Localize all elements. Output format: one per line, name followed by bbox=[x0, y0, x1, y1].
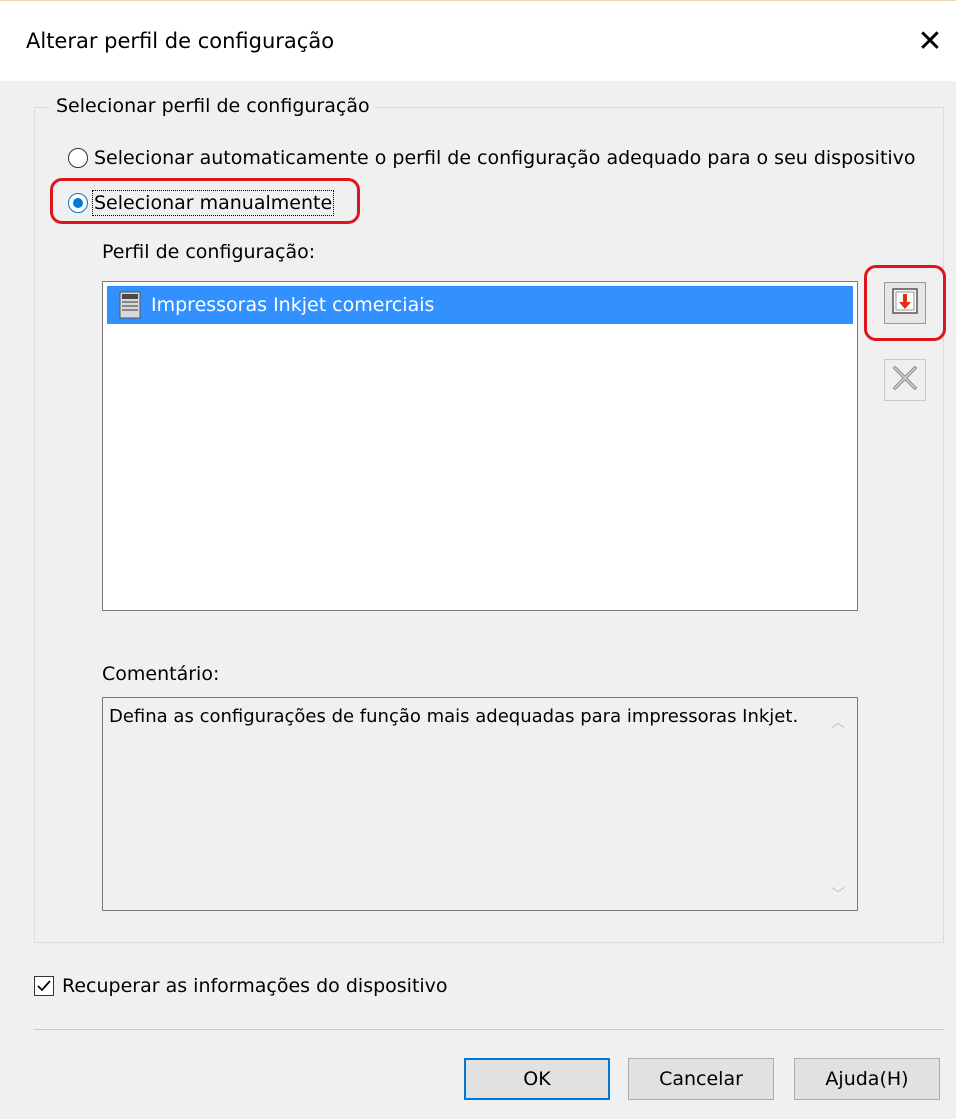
delete-profile-button[interactable] bbox=[884, 359, 926, 401]
printer-icon bbox=[119, 291, 141, 319]
radio-auto-indicator[interactable] bbox=[68, 148, 88, 168]
checkmark-icon bbox=[37, 980, 51, 992]
list-item[interactable]: Impressoras Inkjet comerciais bbox=[107, 286, 853, 324]
checkbox-indicator[interactable] bbox=[34, 976, 54, 996]
radio-manual-label: Selecionar manualmente bbox=[91, 190, 335, 216]
profile-listbox[interactable]: Impressoras Inkjet comerciais bbox=[102, 281, 858, 611]
radio-manual-indicator[interactable] bbox=[68, 193, 88, 213]
import-profile-button[interactable] bbox=[884, 282, 926, 324]
close-icon: ✕ bbox=[917, 23, 943, 59]
help-button[interactable]: Ajuda(H) bbox=[794, 1058, 940, 1100]
comment-textbox[interactable]: Defina as configurações de função mais a… bbox=[102, 697, 858, 911]
title-bar: Alterar perfil de configuração ✕ bbox=[0, 1, 956, 81]
cancel-button[interactable]: Cancelar bbox=[628, 1058, 774, 1100]
radio-selected-dot bbox=[73, 198, 83, 208]
groupbox-legend: Selecionar perfil de configuração bbox=[50, 95, 376, 117]
delete-profile-icon bbox=[889, 362, 921, 398]
comment-text: Defina as configurações de função mais a… bbox=[109, 706, 799, 727]
separator bbox=[34, 1029, 944, 1030]
comment-label: Comentário: bbox=[102, 663, 220, 685]
scroll-up-icon[interactable]: ︿ bbox=[831, 710, 845, 731]
radio-auto-label: Selecionar automaticamente o perfil de c… bbox=[94, 147, 916, 169]
radio-auto-select[interactable]: Selecionar automaticamente o perfil de c… bbox=[68, 147, 916, 169]
radio-manual-select[interactable]: Selecionar manualmente bbox=[68, 190, 335, 216]
retrieve-info-label: Recuperar as informações do dispositivo bbox=[62, 975, 448, 997]
ok-button[interactable]: OK bbox=[464, 1058, 610, 1100]
scroll-down-icon[interactable]: ﹀ bbox=[831, 882, 845, 903]
retrieve-info-checkbox[interactable]: Recuperar as informações do dispositivo bbox=[34, 975, 448, 997]
profile-list-label: Perfil de configuração: bbox=[102, 241, 316, 263]
dialog-window: Alterar perfil de configuração ✕ Selecio… bbox=[0, 0, 956, 1119]
profile-item-label: Impressoras Inkjet comerciais bbox=[151, 294, 435, 316]
import-profile-icon bbox=[890, 286, 920, 320]
close-button[interactable]: ✕ bbox=[908, 19, 952, 63]
window-title: Alterar perfil de configuração bbox=[26, 29, 335, 53]
